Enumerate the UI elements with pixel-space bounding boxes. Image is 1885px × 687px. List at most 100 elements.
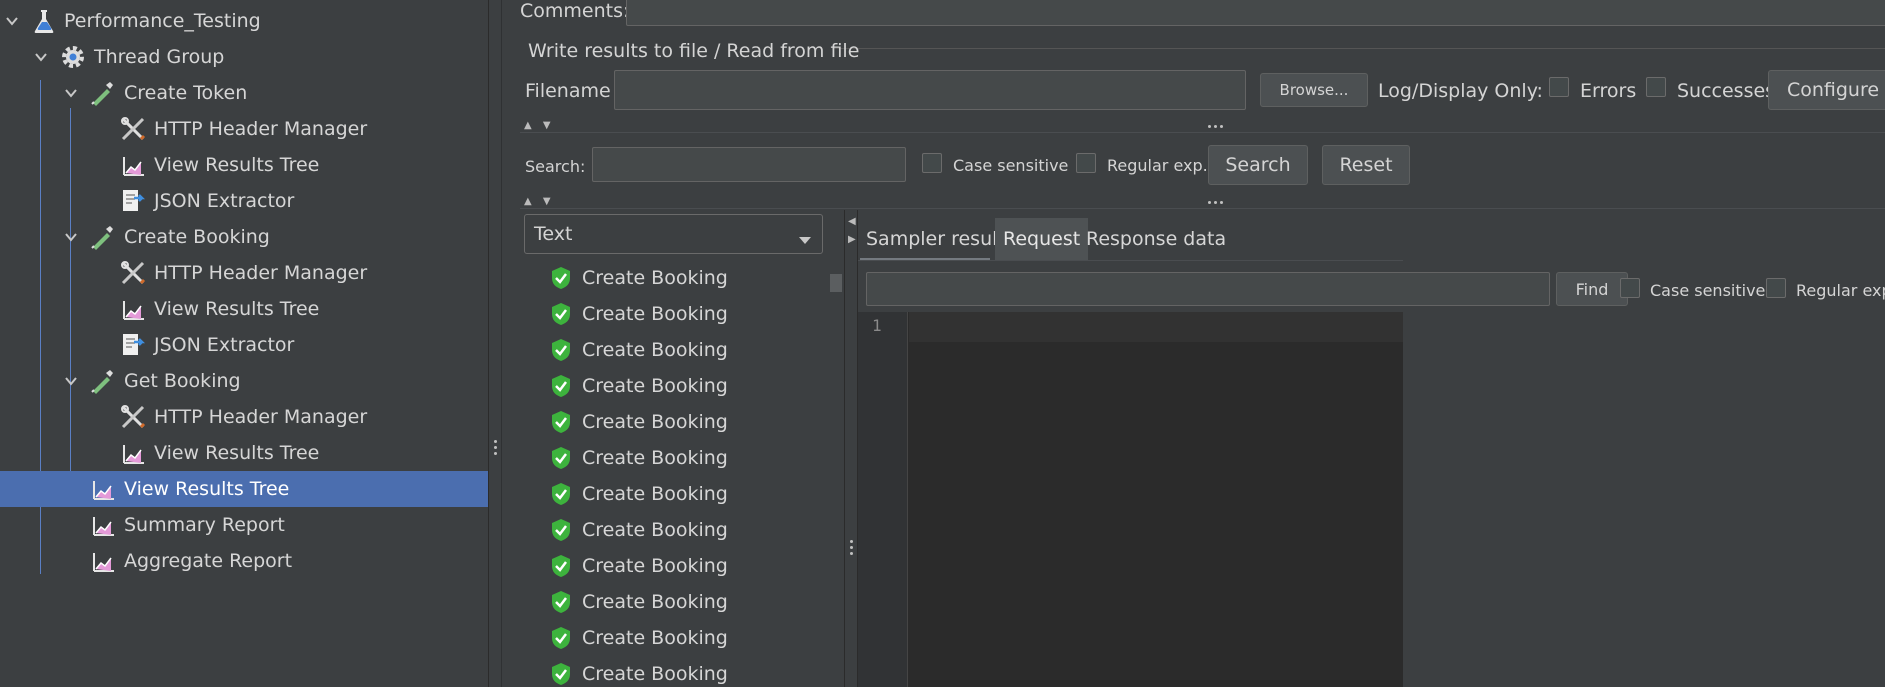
- split-bar[interactable]: ▲ ▼: [520, 196, 1885, 208]
- result-list-item[interactable]: Create Booking: [550, 476, 728, 512]
- search-input[interactable]: [592, 147, 906, 182]
- tree-item-json-extractor[interactable]: JSON Extractor: [0, 327, 488, 363]
- success-shield-icon: [550, 338, 572, 362]
- errors-checkbox[interactable]: [1549, 77, 1569, 97]
- split-bar[interactable]: ▲ ▼: [520, 120, 1885, 132]
- result-list-item[interactable]: Create Booking: [550, 548, 728, 584]
- tree-item-thread-group[interactable]: Thread Group: [0, 39, 488, 75]
- result-list-item[interactable]: Create Booking: [550, 512, 728, 548]
- line-number: 1: [872, 316, 882, 335]
- result-list-item[interactable]: Create Booking: [550, 584, 728, 620]
- splitter-grip-icon: [1208, 125, 1223, 128]
- tree-item-label: HTTP Header Manager: [154, 118, 368, 140]
- renderer-select-value: Text: [534, 223, 573, 245]
- tree-item-label: HTTP Header Manager: [154, 406, 368, 428]
- result-list-item[interactable]: Create Booking: [550, 368, 728, 404]
- listener-panel: Comments: Write results to file / Read f…: [502, 0, 1885, 687]
- result-detail-pane: Sampler result Request Response data Fin…: [858, 210, 1628, 687]
- tree-item-label: Summary Report: [124, 514, 285, 536]
- result-list-item[interactable]: Create Booking: [550, 260, 728, 296]
- chevron-down-icon[interactable]: [64, 86, 78, 100]
- expand-right-arrow-icon[interactable]: ▶: [848, 234, 856, 245]
- search-button[interactable]: Search: [1208, 145, 1308, 185]
- find-input[interactable]: [866, 272, 1550, 306]
- tree-item-view-results-tree-selected[interactable]: View Results Tree: [0, 471, 488, 507]
- case-sensitive-checkbox[interactable]: [922, 153, 942, 173]
- chart-listener-icon: [89, 511, 117, 539]
- success-shield-icon: [550, 554, 572, 578]
- tree-item-summary-report[interactable]: Summary Report: [0, 507, 488, 543]
- filename-label: Filename: [525, 80, 611, 102]
- tree-item-create-token[interactable]: Create Token: [0, 75, 488, 111]
- tree-item-label: JSON Extractor: [154, 190, 295, 212]
- collapse-left-arrow-icon[interactable]: ◀: [848, 216, 856, 227]
- chevron-down-icon[interactable]: [64, 374, 78, 388]
- tab-sampler-result[interactable]: Sampler result: [858, 218, 1013, 260]
- tree-item-http-header-manager[interactable]: HTTP Header Manager: [0, 111, 488, 147]
- divider: [520, 132, 1885, 133]
- test-plan-tree[interactable]: Performance_Testing Thread Group Create …: [0, 0, 488, 687]
- success-shield-icon: [550, 302, 572, 326]
- splitter-grip-icon: [850, 540, 853, 555]
- success-shield-icon: [550, 374, 572, 398]
- flask-icon: [30, 7, 58, 35]
- browse-button[interactable]: Browse...: [1260, 73, 1368, 107]
- result-list-item[interactable]: Create Booking: [550, 332, 728, 368]
- tree-splitter[interactable]: [488, 0, 502, 687]
- gear-icon: [59, 43, 87, 71]
- line-gutter: 1: [858, 312, 908, 687]
- result-item-label: Create Booking: [582, 555, 728, 577]
- tab-request[interactable]: Request: [995, 218, 1089, 260]
- chevron-down-icon[interactable]: [34, 50, 48, 64]
- result-list-item[interactable]: Create Booking: [550, 440, 728, 476]
- tree-item-view-results-tree[interactable]: View Results Tree: [0, 291, 488, 327]
- divider: [520, 208, 1885, 209]
- wrench-screwdriver-icon: [119, 403, 147, 431]
- comments-input[interactable]: [626, 0, 1885, 26]
- tree-item-http-header-manager[interactable]: HTTP Header Manager: [0, 255, 488, 291]
- tree-item-view-results-tree[interactable]: View Results Tree: [0, 435, 488, 471]
- filename-input[interactable]: [614, 70, 1246, 110]
- tab-response-data[interactable]: Response data: [1078, 218, 1234, 260]
- find-case-sensitive-checkbox[interactable]: [1620, 278, 1640, 298]
- result-list-item[interactable]: Create Booking: [550, 296, 728, 332]
- tab-border: [858, 260, 1403, 261]
- tree-item-performance-testing[interactable]: Performance_Testing: [0, 3, 488, 39]
- tree-item-json-extractor[interactable]: JSON Extractor: [0, 183, 488, 219]
- collapse-arrows-icon[interactable]: ▲ ▼: [524, 196, 555, 207]
- dropdown-arrow-icon: [798, 228, 812, 250]
- extractor-icon: [119, 187, 147, 215]
- find-button[interactable]: Find: [1556, 272, 1628, 306]
- tree-item-view-results-tree[interactable]: View Results Tree: [0, 147, 488, 183]
- collapse-arrows-icon[interactable]: ▲ ▼: [524, 120, 555, 131]
- result-item-label: Create Booking: [582, 483, 728, 505]
- result-list-item[interactable]: Create Booking: [550, 404, 728, 440]
- chart-listener-icon: [119, 151, 147, 179]
- success-shield-icon: [550, 626, 572, 650]
- section-border: [834, 48, 1885, 49]
- configure-button[interactable]: Configure: [1768, 70, 1885, 110]
- search-label: Search:: [525, 157, 586, 176]
- results-splitter[interactable]: ◀ ▶: [844, 210, 858, 687]
- result-item-label: Create Booking: [582, 591, 728, 613]
- list-scrollbar-thumb[interactable]: [830, 274, 842, 292]
- result-list-item[interactable]: Create Booking: [550, 656, 728, 687]
- chevron-down-icon[interactable]: [64, 230, 78, 244]
- find-regex-checkbox[interactable]: [1766, 278, 1786, 298]
- tree-item-create-booking[interactable]: Create Booking: [0, 219, 488, 255]
- success-shield-icon: [550, 266, 572, 290]
- reset-button[interactable]: Reset: [1322, 145, 1410, 185]
- tree-item-http-header-manager[interactable]: HTTP Header Manager: [0, 399, 488, 435]
- case-sensitive-label: Case sensitive: [953, 156, 1069, 175]
- regex-checkbox[interactable]: [1076, 153, 1096, 173]
- tree-item-label: Create Booking: [124, 226, 270, 248]
- successes-checkbox[interactable]: [1646, 77, 1666, 97]
- renderer-select[interactable]: Text: [524, 214, 823, 254]
- success-shield-icon: [550, 590, 572, 614]
- request-editor[interactable]: 1: [858, 312, 1403, 687]
- splitter-grip-icon: [1208, 201, 1223, 204]
- tree-item-get-booking[interactable]: Get Booking: [0, 363, 488, 399]
- chevron-down-icon[interactable]: [5, 14, 19, 28]
- tree-item-aggregate-report[interactable]: Aggregate Report: [0, 543, 488, 579]
- result-list-item[interactable]: Create Booking: [550, 620, 728, 656]
